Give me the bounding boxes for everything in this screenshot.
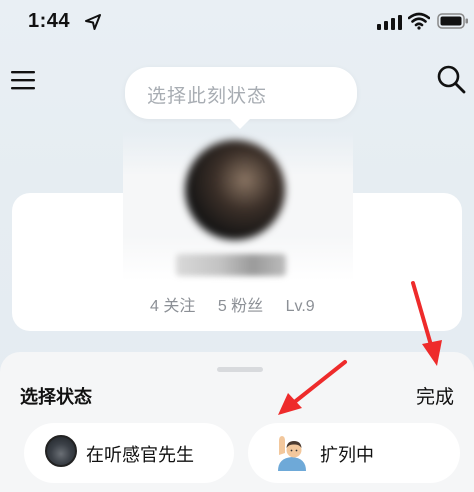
wifi-icon (408, 12, 430, 30)
status-time: 1:44 (28, 10, 71, 32)
person-raising-hand-emoji (278, 436, 306, 471)
status-option-making-friends[interactable]: 扩列中 (248, 423, 460, 483)
nickname-blurred (176, 254, 286, 276)
following-count[interactable]: 4 关注 (150, 298, 195, 315)
status-bar: 1:44 (0, 0, 474, 44)
sheet-title: 选择状态 (20, 387, 92, 407)
status-picker-sheet: 选择状态 完成 在听感官先生 扩列中 (0, 352, 474, 492)
battery-icon (437, 13, 468, 29)
location-arrow-icon (85, 14, 101, 30)
profile-stats: 4 关注 5 粉丝 Lv.9 (150, 292, 315, 316)
status-bubble[interactable]: 选择此刻状态 (125, 67, 357, 129)
status-bubble-placeholder: 选择此刻状态 (147, 86, 268, 107)
status-option-label: 在听感官先生 (86, 445, 194, 465)
hamburger-menu-icon[interactable] (10, 68, 36, 92)
followers-count[interactable]: 5 粉丝 (218, 298, 263, 315)
done-button[interactable]: 完成 (416, 382, 454, 409)
drag-handle[interactable] (217, 367, 263, 372)
album-avatar (45, 435, 77, 467)
search-icon[interactable] (436, 64, 466, 94)
avatar[interactable] (185, 140, 285, 240)
status-option-label: 扩列中 (320, 445, 374, 465)
level-badge: Lv.9 (285, 298, 315, 315)
status-option-listening[interactable]: 在听感官先生 (24, 423, 234, 483)
signal-icon (377, 15, 402, 30)
